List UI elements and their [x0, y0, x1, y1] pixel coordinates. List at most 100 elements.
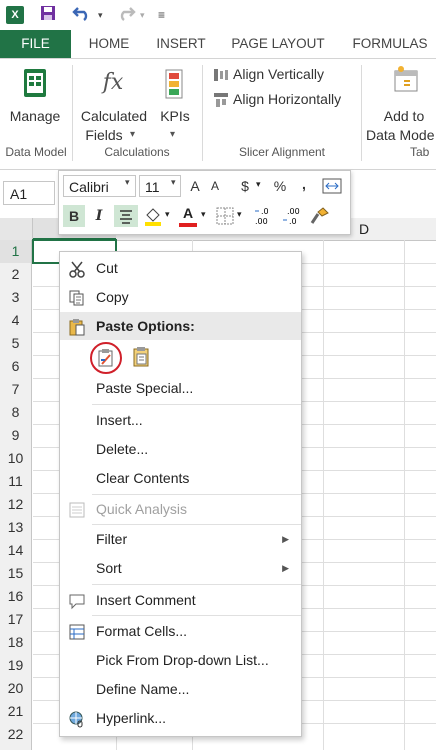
svg-text:.00: .00: [255, 217, 268, 226]
menu-item-pick-from-list[interactable]: Pick From Drop-down List...: [60, 646, 301, 674]
menu-item-label: Insert...: [96, 412, 143, 428]
menu-item-clear-contents[interactable]: Clear Contents: [60, 464, 301, 492]
menu-item-filter[interactable]: Filter ▶: [60, 525, 301, 553]
paste-values-icon[interactable]: [132, 346, 152, 368]
menu-item-cut[interactable]: Cut: [60, 254, 301, 282]
group-slicer-alignment-label: Slicer Alignment: [238, 145, 326, 159]
tab-home[interactable]: HOME: [78, 30, 140, 58]
format-cells-icon: [68, 622, 86, 640]
chevron-down-icon[interactable]: ▾: [256, 179, 261, 190]
save-icon[interactable]: [40, 5, 56, 25]
align-vertically-icon[interactable]: [213, 67, 229, 83]
chevron-down-icon[interactable]: ▾: [171, 177, 176, 188]
context-menu: Cut Copy Paste Options: Paste Special...…: [59, 251, 302, 737]
italic-button[interactable]: I: [89, 205, 109, 227]
row-header[interactable]: 20: [0, 677, 32, 700]
tab-file[interactable]: FILE: [0, 30, 71, 58]
increase-decimal-icon[interactable]: .0.00: [253, 205, 275, 227]
format-painter-icon[interactable]: [309, 205, 331, 227]
align-horizontally-label[interactable]: Align Horizontally: [233, 90, 341, 108]
row-header[interactable]: 10: [0, 447, 32, 470]
menu-item-insert[interactable]: Insert...: [60, 406, 301, 434]
chevron-down-icon[interactable]: ▾: [201, 209, 206, 220]
hyperlink-icon: [68, 709, 86, 728]
menu-item-label: Filter: [96, 531, 128, 547]
undo-dropdown-icon[interactable]: ▾: [98, 5, 103, 25]
row-header[interactable]: 19: [0, 654, 32, 677]
fill-color-icon[interactable]: [143, 205, 163, 227]
decrease-decimal-icon[interactable]: .00.0: [281, 205, 303, 227]
name-box[interactable]: A1: [3, 181, 55, 205]
add-to-data-model-icon[interactable]: [392, 65, 420, 95]
chevron-down-icon[interactable]: ▾: [237, 209, 242, 220]
calculated-fields-icon[interactable]: fx: [96, 67, 130, 99]
percent-style-button[interactable]: %: [271, 175, 289, 197]
undo-icon[interactable]: [72, 5, 92, 25]
row-header[interactable]: 12: [0, 493, 32, 516]
row-header[interactable]: 17: [0, 608, 32, 631]
row-header[interactable]: 18: [0, 631, 32, 654]
chevron-down-icon[interactable]: ▾: [130, 126, 135, 144]
row-header[interactable]: 21: [0, 700, 32, 723]
menu-item-label: Clear Contents: [96, 470, 190, 486]
row-header[interactable]: 1: [0, 240, 32, 263]
customize-toolbar-icon[interactable]: ≡: [158, 5, 165, 25]
bold-button[interactable]: B: [63, 205, 85, 227]
calculated-fields-label-2[interactable]: Fields: [78, 126, 130, 144]
redo-dropdown-icon[interactable]: ▾: [140, 5, 145, 25]
chevron-down-icon[interactable]: ▾: [165, 209, 170, 220]
row-header[interactable]: 14: [0, 539, 32, 562]
row-header[interactable]: 9: [0, 424, 32, 447]
row-header[interactable]: 22: [0, 723, 32, 750]
menu-item-insert-comment[interactable]: Insert Comment: [60, 586, 301, 614]
row-header[interactable]: 3: [0, 286, 32, 309]
redo-icon[interactable]: [116, 5, 136, 25]
increase-font-size-button[interactable]: A: [187, 175, 203, 197]
align-vertically-label[interactable]: Align Vertically: [233, 65, 324, 83]
menu-item-format-cells[interactable]: Format Cells...: [60, 617, 301, 645]
chevron-down-icon[interactable]: ▾: [170, 126, 175, 144]
kpis-icon[interactable]: [164, 69, 184, 99]
add-to-data-model-label[interactable]: Add to: [372, 107, 436, 125]
decrease-font-size-button[interactable]: A: [207, 175, 223, 197]
center-align-icon[interactable]: [114, 205, 138, 227]
row-header[interactable]: 4: [0, 309, 32, 332]
menu-item-paste-special[interactable]: Paste Special...: [60, 374, 301, 402]
manage-label[interactable]: Manage: [4, 107, 66, 125]
chevron-down-icon[interactable]: ▾: [125, 177, 130, 188]
kpis-label[interactable]: KPIs: [156, 107, 194, 125]
row-header[interactable]: 7: [0, 378, 32, 401]
ribbon: Manage Data Model fx Calculated Fields ▾…: [0, 59, 436, 170]
align-horizontally-icon[interactable]: [213, 92, 229, 108]
currency-format-button[interactable]: $: [237, 175, 253, 197]
merge-cells-icon[interactable]: [322, 177, 342, 195]
calculated-fields-label[interactable]: Calculated: [76, 107, 152, 125]
manage-data-model-icon[interactable]: [20, 67, 50, 99]
menu-item-copy[interactable]: Copy: [60, 283, 301, 311]
add-to-data-model-label-2[interactable]: Data Mode: [366, 126, 436, 144]
row-header[interactable]: 8: [0, 401, 32, 424]
row-header[interactable]: 5: [0, 332, 32, 355]
row-header[interactable]: 2: [0, 263, 32, 286]
paste-formatting-icon[interactable]: [96, 348, 116, 368]
row-header[interactable]: 15: [0, 562, 32, 585]
group-tables-label: Tab: [410, 145, 430, 159]
group-calculations-label: Calculations: [104, 145, 170, 159]
menu-item-delete[interactable]: Delete...: [60, 435, 301, 463]
font-color-button[interactable]: A: [179, 203, 197, 227]
tab-formulas[interactable]: FORMULAS: [345, 30, 435, 58]
borders-icon[interactable]: [216, 207, 234, 225]
row-header[interactable]: 6: [0, 355, 32, 378]
tab-page-layout[interactable]: PAGE LAYOUT: [222, 30, 334, 58]
select-all-corner[interactable]: [0, 218, 33, 240]
row-header[interactable]: 11: [0, 470, 32, 493]
row-header[interactable]: 13: [0, 516, 32, 539]
menu-item-define-name[interactable]: Define Name...: [60, 675, 301, 703]
menu-item-sort[interactable]: Sort ▶: [60, 554, 301, 582]
paste-icon: [68, 317, 86, 336]
menu-item-quick-analysis[interactable]: Quick Analysis: [60, 495, 301, 523]
menu-item-hyperlink[interactable]: Hyperlink...: [60, 704, 301, 732]
comma-style-button[interactable]: ,: [297, 173, 311, 195]
tab-insert[interactable]: INSERT: [150, 30, 212, 58]
row-header[interactable]: 16: [0, 585, 32, 608]
